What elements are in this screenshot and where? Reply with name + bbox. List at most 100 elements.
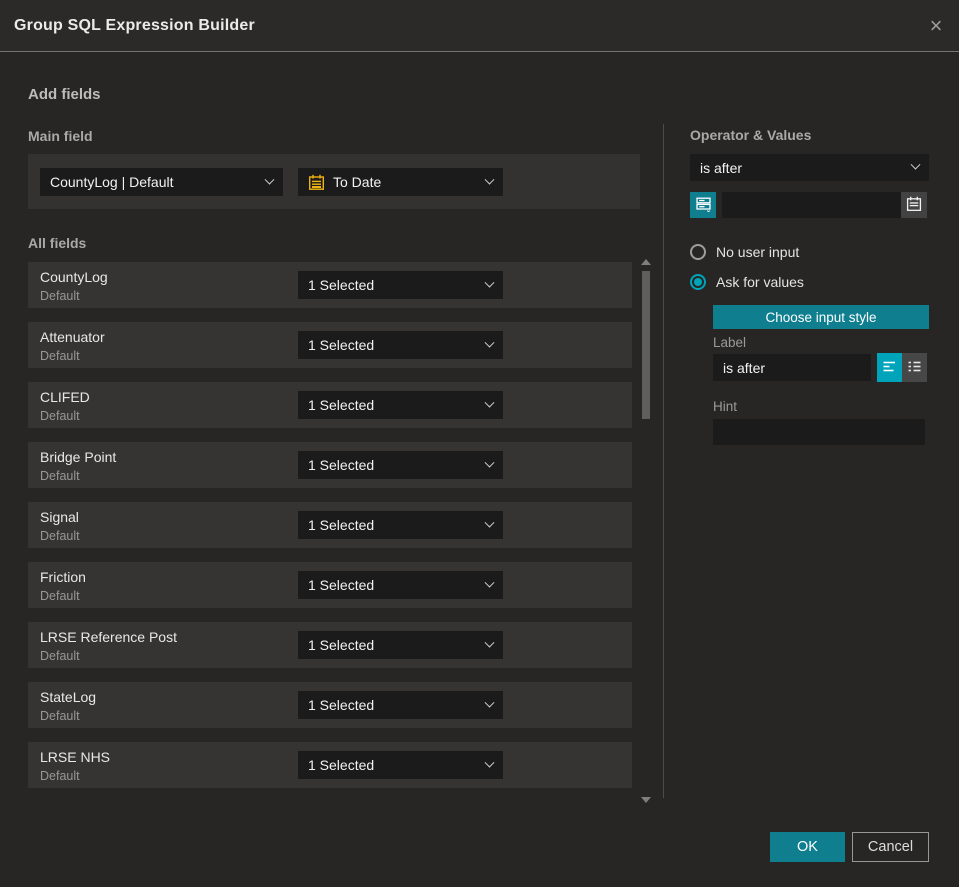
chevron-down-icon — [484, 697, 495, 708]
chevron-down-icon — [264, 174, 275, 185]
field-row: Attenuator Default 1 Selected — [28, 322, 632, 368]
field-name: Attenuator — [40, 329, 105, 345]
field-row: Friction Default 1 Selected — [28, 562, 632, 608]
main-field-panel: CountyLog | Default To Date — [28, 154, 640, 209]
chevron-down-icon — [484, 397, 495, 408]
chevron-down-icon — [484, 277, 495, 288]
value-input[interactable] — [722, 192, 901, 218]
field-selected-dropdown[interactable]: 1 Selected — [298, 271, 503, 299]
chevron-down-icon — [484, 517, 495, 528]
all-fields-heading: All fields — [28, 235, 87, 251]
selected-count-label: 1 Selected — [308, 577, 375, 593]
field-row: CLIFED Default 1 Selected — [28, 382, 632, 428]
field-name: Signal — [40, 509, 79, 525]
field-selected-dropdown[interactable]: 1 Selected — [298, 691, 503, 719]
radio-label: No user input — [716, 244, 800, 260]
all-fields-list: CountyLog Default 1 Selected Attenuator Defa… — [28, 262, 632, 802]
operator-values-heading: Operator & Values — [690, 127, 812, 143]
scrollbar-thumb[interactable] — [642, 271, 650, 419]
radio-label: Ask for values — [716, 274, 804, 290]
field-name: LRSE Reference Post — [40, 629, 177, 645]
selected-count-label: 1 Selected — [308, 337, 375, 353]
list-scrollbar[interactable] — [640, 257, 652, 805]
label-input[interactable] — [713, 354, 871, 381]
selected-count-label: 1 Selected — [308, 757, 375, 773]
hint-input[interactable] — [713, 419, 925, 445]
cancel-button[interactable]: Cancel — [852, 832, 929, 862]
add-fields-heading: Add fields — [28, 86, 101, 103]
radio-circle-icon — [690, 274, 706, 290]
input-type-icon — [695, 195, 712, 215]
radio-ask-for-values[interactable]: Ask for values — [690, 274, 804, 290]
field-selected-dropdown[interactable]: 1 Selected — [298, 331, 503, 359]
field-name: Bridge Point — [40, 449, 117, 465]
field-sublabel: Default — [40, 469, 80, 483]
input-style-list-button[interactable] — [902, 353, 927, 382]
chevron-down-icon — [484, 457, 495, 468]
field-row: CountyLog Default 1 Selected — [28, 262, 632, 308]
chevron-down-icon — [484, 637, 495, 648]
main-field-type-value: To Date — [333, 174, 382, 190]
field-selected-dropdown[interactable]: 1 Selected — [298, 571, 503, 599]
field-sublabel: Default — [40, 529, 80, 543]
value-calendar-button[interactable] — [901, 192, 927, 218]
field-name: CLIFED — [40, 389, 90, 405]
field-sublabel: Default — [40, 589, 80, 603]
operator-dropdown[interactable]: is after — [690, 154, 929, 181]
field-selected-dropdown[interactable]: 1 Selected — [298, 391, 503, 419]
field-name: LRSE NHS — [40, 749, 111, 765]
field-name: CountyLog — [40, 269, 108, 285]
scroll-up-icon[interactable] — [641, 259, 651, 265]
calendar-icon — [308, 174, 325, 191]
field-row: StateLog Default 1 Selected — [28, 682, 632, 728]
panel-divider — [663, 124, 664, 798]
selected-count-label: 1 Selected — [308, 397, 375, 413]
selected-count-label: 1 Selected — [308, 697, 375, 713]
field-selected-dropdown[interactable]: 1 Selected — [298, 631, 503, 659]
close-icon[interactable]: × — [923, 13, 949, 39]
field-sublabel: Default — [40, 709, 80, 723]
scroll-down-icon[interactable] — [641, 797, 651, 803]
field-name: Friction — [40, 569, 86, 585]
label-field-label: Label — [713, 335, 747, 350]
field-sublabel: Default — [40, 349, 80, 363]
align-left-icon — [882, 359, 897, 377]
field-selected-dropdown[interactable]: 1 Selected — [298, 451, 503, 479]
dialog-title: Group SQL Expression Builder — [14, 16, 255, 34]
value-input-type-button[interactable] — [690, 192, 716, 218]
field-selected-dropdown[interactable]: 1 Selected — [298, 511, 503, 539]
field-sublabel: Default — [40, 289, 80, 303]
titlebar: Group SQL Expression Builder × — [0, 0, 959, 52]
field-row: Bridge Point Default 1 Selected — [28, 442, 632, 488]
hint-field-label: Hint — [713, 399, 738, 414]
radio-no-user-input[interactable]: No user input — [690, 244, 799, 260]
field-row: LRSE NHS Default 1 Selected — [28, 742, 632, 788]
main-field-type-dropdown[interactable]: To Date — [298, 168, 503, 196]
main-field-dropdown-value: CountyLog | Default — [50, 174, 174, 190]
ok-button[interactable]: OK — [770, 832, 845, 862]
chevron-down-icon — [484, 577, 495, 588]
radio-circle-icon — [690, 244, 706, 260]
field-row: Signal Default 1 Selected — [28, 502, 632, 548]
field-selected-dropdown[interactable]: 1 Selected — [298, 751, 503, 779]
group-sql-expression-builder-dialog: Group SQL Expression Builder × Add field… — [0, 0, 959, 887]
calendar-icon — [906, 196, 922, 215]
field-sublabel: Default — [40, 409, 80, 423]
selected-count-label: 1 Selected — [308, 637, 375, 653]
selected-count-label: 1 Selected — [308, 517, 375, 533]
operator-dropdown-value: is after — [700, 159, 743, 176]
main-field-dropdown[interactable]: CountyLog | Default — [40, 168, 283, 196]
chevron-down-icon — [484, 337, 495, 348]
selected-count-label: 1 Selected — [308, 457, 375, 473]
main-field-heading: Main field — [28, 128, 93, 144]
field-sublabel: Default — [40, 649, 80, 663]
field-row: LRSE Reference Post Default 1 Selected — [28, 622, 632, 668]
field-sublabel: Default — [40, 769, 80, 783]
chevron-down-icon — [484, 757, 495, 768]
list-icon — [907, 359, 922, 377]
selected-count-label: 1 Selected — [308, 277, 375, 293]
field-name: StateLog — [40, 689, 97, 705]
chevron-down-icon — [910, 159, 921, 170]
choose-input-style-button[interactable]: Choose input style — [713, 305, 929, 329]
input-style-align-left-button[interactable] — [877, 353, 902, 382]
